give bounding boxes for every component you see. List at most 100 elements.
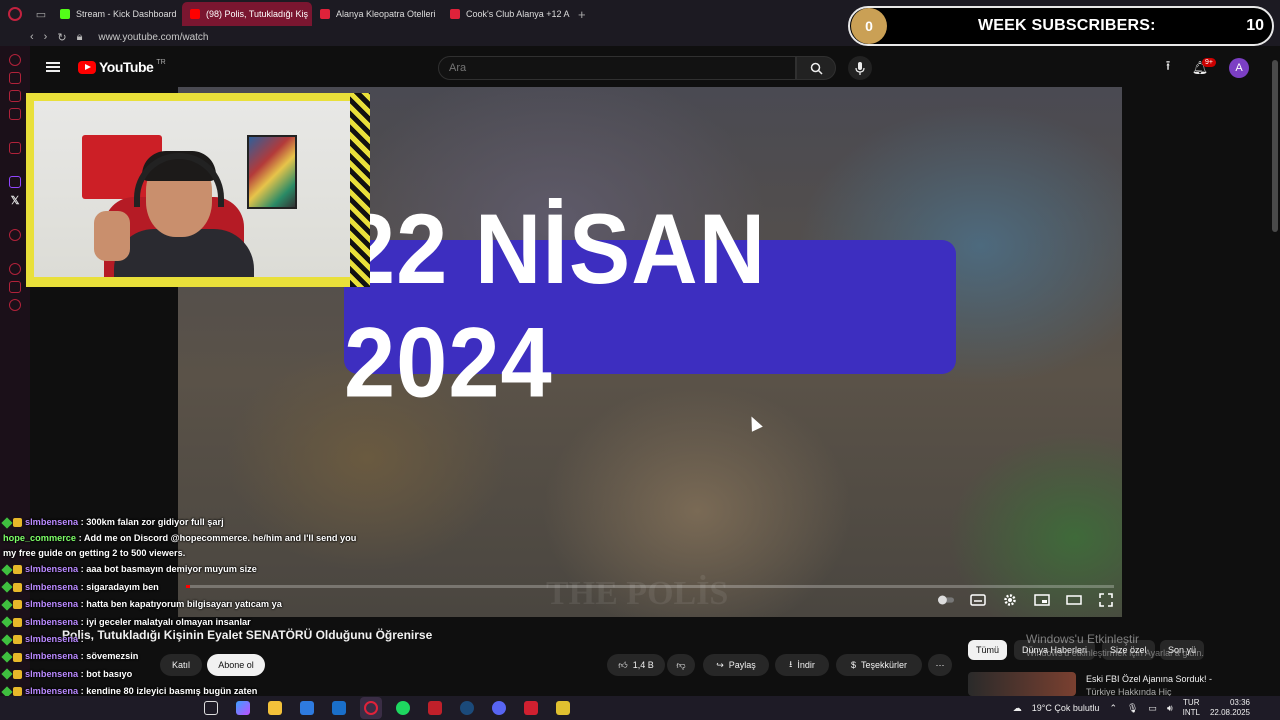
- subscriber-badge-icon: [1, 581, 13, 594]
- menu-icon[interactable]: [46, 62, 60, 72]
- player-icon[interactable]: [9, 229, 21, 241]
- task-view-icon[interactable]: [200, 697, 222, 719]
- settings-icon[interactable]: [9, 299, 21, 311]
- dislike-button[interactable]: 👎︎: [667, 654, 695, 676]
- tab-label: Alanya Kleopatra Otelleri: [336, 9, 436, 19]
- tab-youtube-video[interactable]: (98) Polis, Tutukladığı Kiş: [182, 2, 312, 26]
- search-input[interactable]: [438, 56, 796, 80]
- more-actions-button[interactable]: ⋯: [928, 654, 952, 676]
- file-explorer-icon[interactable]: [264, 697, 286, 719]
- speed-dial-icon[interactable]: [9, 54, 21, 66]
- chat-message: slmbensena : iyi geceler malatyalı olmay…: [1, 614, 363, 631]
- upload-icon[interactable]: ⭱: [1158, 58, 1178, 78]
- reload-icon[interactable]: ↻: [57, 31, 66, 44]
- bag-icon[interactable]: [9, 72, 21, 84]
- lang-bottom: INTL: [1182, 708, 1200, 717]
- fullscreen-icon[interactable]: [1098, 593, 1114, 607]
- autoplay-toggle-icon[interactable]: [938, 593, 954, 607]
- music-icon[interactable]: [9, 108, 21, 120]
- youtube-icon: [190, 9, 200, 19]
- thumbs-down-icon: 👎︎: [676, 659, 686, 670]
- x-icon[interactable]: 𝕏: [11, 194, 20, 207]
- gifter-badge-icon: [13, 600, 22, 610]
- subscriber-count-circle: 0: [851, 8, 887, 44]
- chat-username: slmbensena: [25, 668, 79, 679]
- back-icon[interactable]: ‹: [30, 31, 34, 43]
- settings-gear-icon[interactable]: [1002, 593, 1018, 607]
- chat-username: slmbensena: [25, 651, 79, 662]
- chip-all[interactable]: Tümü: [968, 640, 1008, 660]
- streamer-hand: [94, 211, 130, 261]
- opera-taskbar-icon[interactable]: [360, 697, 382, 719]
- chat-text: : aaa bot basmayın demiyor muyum size: [80, 564, 257, 575]
- store-icon[interactable]: [296, 697, 318, 719]
- new-tab-button[interactable]: +: [572, 7, 592, 22]
- tab-menu-icon[interactable]: ▭: [30, 0, 52, 28]
- copilot-icon[interactable]: [232, 697, 254, 719]
- twitch-icon[interactable]: [9, 176, 21, 188]
- gifter-badge-icon: [13, 635, 22, 645]
- recommended-video-title[interactable]: Eski FBI Özel Ajanına Sorduk! -: [1086, 674, 1226, 684]
- language-indicator[interactable]: TUR INTL: [1183, 698, 1200, 718]
- chat-message: slmbensena : sövemezsin: [1, 648, 363, 665]
- stream-chat-overlay: slmbensena : 300km falan zor gidiyor ful…: [1, 514, 363, 718]
- steam-icon[interactable]: [456, 697, 478, 719]
- recommended-video-thumbnail[interactable]: [968, 672, 1076, 696]
- subtitles-icon[interactable]: [970, 593, 986, 607]
- region-code: TR: [156, 58, 166, 66]
- miniplayer-icon[interactable]: [1034, 593, 1050, 607]
- tab-alanya-kleopatra[interactable]: Alanya Kleopatra Otelleri: [312, 2, 442, 26]
- page-scrollbar[interactable]: [1272, 60, 1278, 232]
- theater-mode-icon[interactable]: [1066, 593, 1082, 607]
- files-app-icon[interactable]: [552, 697, 574, 719]
- clock-time: 03:36: [1229, 698, 1250, 707]
- thanks-label: Teşekkürler: [861, 660, 908, 670]
- youtube-play-icon: [78, 60, 96, 74]
- tab-cooks-club[interactable]: Cook's Club Alanya +12 A: [442, 2, 572, 26]
- discord-icon[interactable]: [488, 697, 510, 719]
- system-tray: ☁ 19°C Çok bulutlu ⌃ 🎙︎ ▭ 🔊︎ TUR INTL 03…: [1013, 696, 1280, 720]
- spotify-icon[interactable]: [392, 697, 414, 719]
- volume-icon[interactable]: 🔊︎: [1167, 703, 1173, 714]
- media-app-icon[interactable]: [520, 697, 542, 719]
- opera-logo-icon[interactable]: [0, 0, 30, 28]
- chat-text: : kendine 80 izleyici basmış bugün zaten: [80, 686, 258, 697]
- chat-username: slmbensena: [25, 599, 79, 610]
- webcam-frame-stripes: [350, 93, 370, 287]
- forward-icon[interactable]: ›: [44, 31, 48, 43]
- like-button[interactable]: 👍︎ 1,4 B: [607, 654, 665, 676]
- voicemeeter-icon[interactable]: [424, 697, 446, 719]
- outlook-icon[interactable]: [328, 697, 350, 719]
- youtube-logo[interactable]: YouTube TR: [78, 59, 166, 75]
- chat-message: slmbensena :: [1, 631, 363, 648]
- chat-text: : iyi geceler malatyalı olmayan insanlar: [80, 616, 251, 627]
- download-label: İndir: [797, 660, 815, 670]
- clock[interactable]: 03:36 22.08.2025: [1210, 698, 1250, 718]
- history-icon[interactable]: [9, 263, 21, 275]
- extensions-icon[interactable]: [9, 281, 21, 293]
- weather-text[interactable]: 19°C Çok bulutlu: [1032, 703, 1100, 713]
- search-button[interactable]: [796, 56, 836, 80]
- tab-kick-dashboard[interactable]: Stream - Kick Dashboard: [52, 2, 182, 26]
- messenger-icon[interactable]: [9, 90, 21, 102]
- webcam-feed: [34, 101, 360, 277]
- url-field[interactable]: www.youtube.com/watch: [98, 32, 208, 43]
- chat-message: slmbensena : sigaradayım ben: [1, 579, 363, 596]
- ai-icon[interactable]: [9, 142, 21, 154]
- avatar[interactable]: A: [1229, 58, 1249, 78]
- thanks-button[interactable]: $ Teşekkürler: [836, 654, 922, 676]
- video-date-banner: 22 NİSAN 2024: [344, 195, 956, 418]
- chat-message: slmbensena : aaa bot basmayın demiyor mu…: [1, 561, 363, 578]
- subscriber-badge-icon: [1, 633, 13, 646]
- mic-tray-icon[interactable]: 🎙︎: [1127, 703, 1138, 714]
- share-icon: ↪: [716, 659, 724, 670]
- voice-search-button[interactable]: [848, 56, 872, 80]
- download-button[interactable]: ⭳ İndir: [775, 654, 829, 676]
- network-icon[interactable]: ▭: [1148, 703, 1157, 714]
- subscriber-label: WEEK SUBSCRIBERS:: [978, 17, 1156, 34]
- subscriber-badge-icon: [1, 668, 13, 681]
- tray-overflow-icon[interactable]: ⌃: [1109, 703, 1117, 714]
- share-button[interactable]: ↪ Paylaş: [703, 654, 769, 676]
- site-icon: [450, 9, 460, 19]
- chat-text: : sigaradayım ben: [80, 581, 159, 592]
